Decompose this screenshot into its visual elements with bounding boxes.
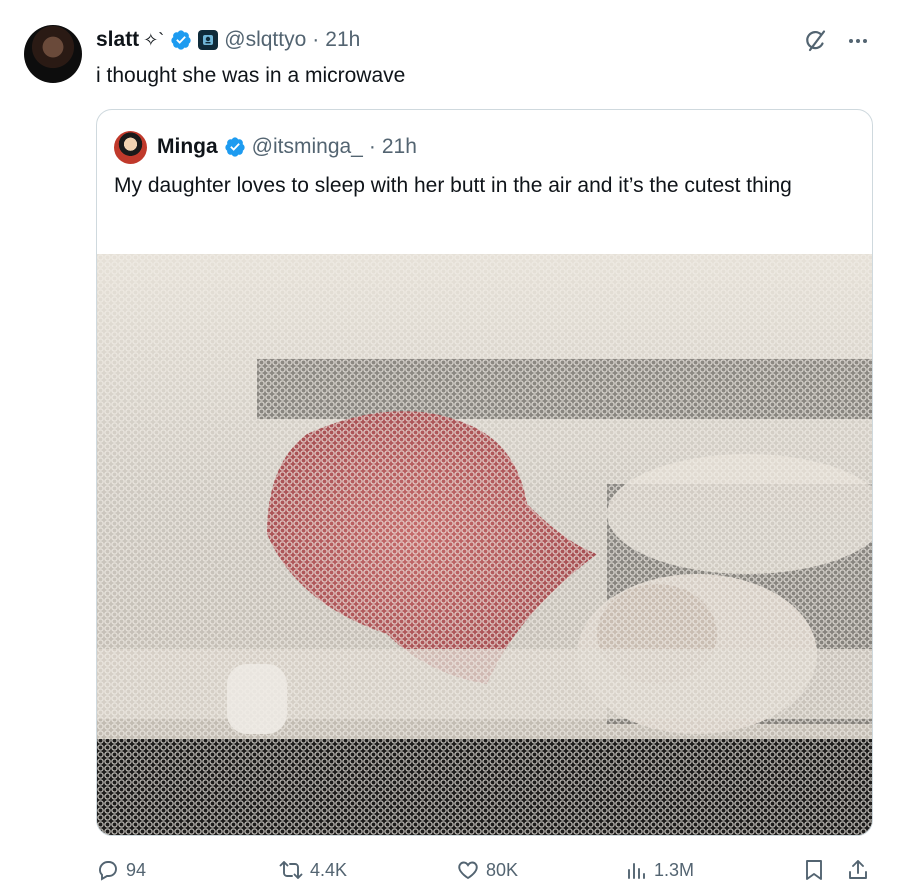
views-button[interactable]: 1.3M <box>624 852 694 888</box>
top-actions <box>802 28 870 54</box>
quoted-tweet[interactable]: Minga @itsminga_ · 21h My daughter loves… <box>96 109 873 836</box>
tweet-actions: 94 4.4K 80K 1.3M <box>96 852 876 888</box>
quote-photo[interactable] <box>97 254 872 835</box>
author-handle[interactable]: @slqttyo <box>224 28 306 52</box>
author-name[interactable]: slatt <box>96 28 139 52</box>
reply-count: 94 <box>126 859 147 880</box>
verified-badge-icon[interactable] <box>170 29 192 51</box>
like-count: 80K <box>486 859 519 880</box>
bookmark-button[interactable] <box>803 852 825 888</box>
name-emoji: ✧` <box>143 29 165 50</box>
quote-verified-badge-icon[interactable] <box>224 136 246 158</box>
quote-time[interactable]: 21h <box>382 135 417 159</box>
views-count: 1.3M <box>654 859 695 880</box>
views-icon <box>628 863 645 879</box>
like-icon <box>458 861 478 880</box>
author-avatar[interactable] <box>24 25 82 83</box>
more-icon[interactable] <box>846 29 870 53</box>
share-icon <box>849 860 867 879</box>
retweet-button[interactable]: 4.4K <box>278 852 347 888</box>
affiliate-badge-icon[interactable] <box>198 30 219 50</box>
quote-author-name[interactable]: Minga <box>157 135 218 159</box>
tweet-header: slatt ✧` @slqttyo · 21h <box>96 26 360 54</box>
share-button[interactable] <box>846 852 870 888</box>
retweet-icon <box>279 861 303 879</box>
bookmark-icon <box>806 860 822 880</box>
quote-author-handle[interactable]: @itsminga_ <box>252 135 363 159</box>
retweet-count: 4.4K <box>310 859 348 880</box>
quote-author-avatar[interactable] <box>114 130 147 164</box>
like-button[interactable]: 80K <box>456 852 518 888</box>
tweet-text: i thought she was in a microwave <box>96 64 406 87</box>
tweet-time[interactable]: 21h <box>325 28 360 52</box>
quote-text: My daughter loves to sleep with her butt… <box>114 174 792 197</box>
grok-icon[interactable] <box>802 28 828 54</box>
quote-header: Minga @itsminga_ · 21h <box>114 130 417 164</box>
header-separator: · <box>312 28 320 51</box>
reply-icon <box>99 861 117 881</box>
quote-header-separator: · <box>368 135 376 158</box>
reply-button[interactable]: 94 <box>96 852 146 888</box>
